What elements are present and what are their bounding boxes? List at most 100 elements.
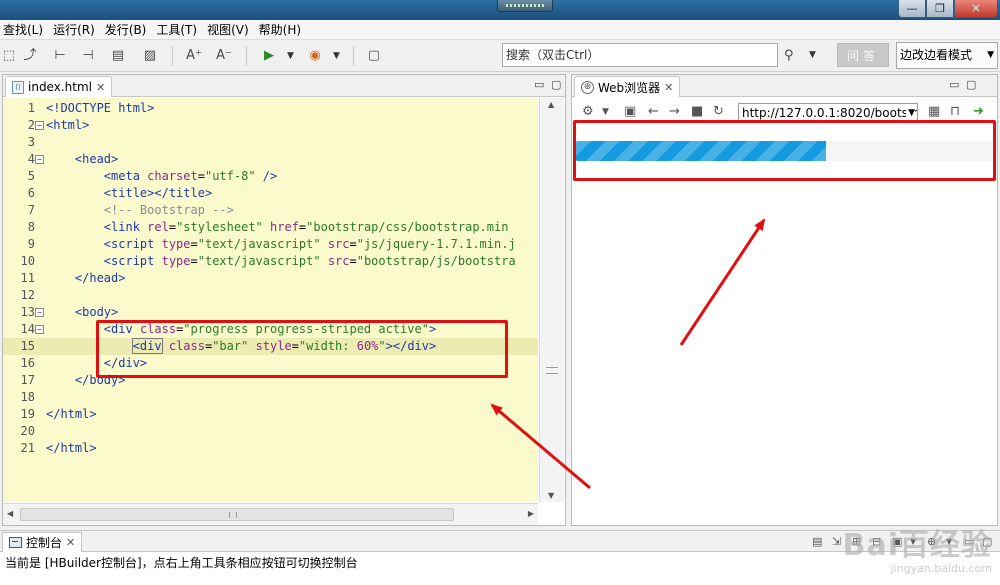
mode-select-label: 边改边看模式: [900, 48, 973, 62]
search-dropdown-icon[interactable]: ▼: [809, 50, 816, 60]
code-line[interactable]: 19 </html>: [3, 406, 538, 423]
code-line[interactable]: 21 </html>: [3, 440, 538, 457]
run-dropdown-icon[interactable]: ▼: [287, 48, 294, 64]
console-icon[interactable]: ▣: [624, 105, 636, 119]
fold-toggle-icon[interactable]: −: [35, 308, 44, 317]
search-icon[interactable]: ⚲: [784, 48, 794, 63]
gear-icon[interactable]: ⚙: [582, 105, 594, 119]
close-tab-icon[interactable]: ✕: [96, 81, 105, 94]
step-into-icon[interactable]: ⊢: [52, 48, 68, 64]
tab-index-html[interactable]: ⟨⟩ index.html ✕: [5, 76, 113, 97]
code-line[interactable]: 12: [3, 287, 538, 304]
maximize-panel-icon[interactable]: ▢: [966, 78, 976, 91]
code-line[interactable]: 6 <title></title>: [3, 185, 538, 202]
scroll-right-icon[interactable]: ▶: [528, 509, 534, 518]
search-input[interactable]: 搜索（双击Ctrl）: [502, 43, 778, 67]
maximize-panel-icon[interactable]: ▢: [551, 78, 561, 91]
font-increase-icon[interactable]: A⁺: [186, 48, 202, 64]
code-text: <link rel="stylesheet" href="bootstrap/c…: [103, 220, 509, 234]
format-icon[interactable]: ▨: [142, 48, 158, 64]
minimize-panel-icon[interactable]: ▭: [534, 78, 544, 91]
code-text: <body>: [74, 305, 119, 319]
menu-help[interactable]: 帮助(H): [256, 21, 308, 38]
tab-web-browser[interactable]: ⊕ Web浏览器 ✕: [574, 76, 681, 97]
code-line[interactable]: 11 </head>: [3, 270, 538, 287]
line-number: 14: [20, 322, 35, 336]
code-line[interactable]: 13− <body>: [3, 304, 538, 321]
code-line[interactable]: 1 <!DOCTYPE html>: [3, 100, 538, 117]
lock-icon[interactable]: ⊓: [950, 105, 960, 119]
scroll-left-icon[interactable]: ◀: [7, 509, 13, 518]
menu-find[interactable]: 查找(L): [0, 21, 50, 38]
code-text: <script type="text/javascript" src="boot…: [103, 254, 516, 268]
back-icon[interactable]: ←: [648, 105, 659, 119]
open-icon[interactable]: ⤴: [22, 48, 38, 64]
window-controls: — ❐ ✕: [898, 0, 998, 18]
step-out-icon[interactable]: ⊣: [80, 48, 96, 64]
menu-run[interactable]: 运行(R): [50, 21, 102, 38]
ask-button[interactable]: 问答: [837, 43, 889, 67]
stop-icon[interactable]: ■: [691, 105, 703, 119]
code-line[interactable]: 5 <meta charset="utf-8" />: [3, 168, 538, 185]
horizontal-scrollbar[interactable]: ◀ ▶: [3, 503, 538, 525]
scroll-thumb[interactable]: [20, 508, 454, 521]
line-number: 21: [20, 441, 35, 455]
mode-select[interactable]: 边改边看模式 ▼: [896, 42, 998, 69]
menu-view[interactable]: 视图(V): [204, 21, 256, 38]
minimize-panel-icon[interactable]: ▭: [949, 78, 959, 91]
window-title-bar: — ❐ ✕: [0, 0, 1000, 20]
code-editor[interactable]: 1 <!DOCTYPE html> 2− <html> 3 4− <head> 5 <met…: [3, 98, 538, 502]
close-button[interactable]: ✕: [954, 0, 998, 18]
fold-toggle-icon[interactable]: −: [35, 325, 44, 334]
browser-dropdown-icon[interactable]: ▼: [333, 48, 340, 64]
scroll-down-icon[interactable]: ▼: [548, 491, 554, 500]
code-line[interactable]: 2− <html>: [3, 117, 538, 134]
code-line[interactable]: 4− <head>: [3, 151, 538, 168]
clear-console-icon[interactable]: ▤: [812, 535, 822, 548]
comment-icon[interactable]: ▤: [110, 48, 126, 64]
browser-page-area: [572, 127, 997, 525]
run-icon[interactable]: ▶: [261, 48, 277, 64]
menu-tools[interactable]: 工具(T): [153, 21, 204, 38]
fold-toggle-icon[interactable]: −: [35, 121, 44, 130]
help-icon[interactable]: ▢: [366, 48, 382, 64]
menu-publish[interactable]: 发行(B): [102, 21, 154, 38]
qrcode-icon[interactable]: ▦: [928, 105, 940, 119]
line-number: 17: [20, 373, 35, 387]
code-line[interactable]: 8 <link rel="stylesheet" href="bootstrap…: [3, 219, 538, 236]
code-line[interactable]: 7 <!-- Bootstrap -->: [3, 202, 538, 219]
browser-tab-row: ⊕ Web浏览器 ✕ ▭ ▢: [572, 75, 997, 97]
scroll-lock-icon[interactable]: ⇲: [832, 535, 841, 548]
editor-tab-row: ⟨⟩ index.html ✕ ▭ ▢: [3, 75, 565, 97]
font-decrease-icon[interactable]: A⁻: [216, 48, 232, 64]
gear-dropdown-icon[interactable]: ▼: [602, 105, 609, 119]
scroll-up-icon[interactable]: ▲: [548, 100, 554, 109]
line-number: 12: [20, 288, 35, 302]
refresh-icon[interactable]: ↻: [713, 105, 724, 119]
line-number: 1: [27, 101, 35, 115]
code-line[interactable]: 20: [3, 423, 538, 440]
code-text: </html>: [46, 441, 97, 455]
forward-icon[interactable]: →: [669, 105, 680, 119]
code-line[interactable]: 3: [3, 134, 538, 151]
vertical-scrollbar[interactable]: ▲ ▼: [539, 98, 564, 502]
code-line[interactable]: 9 <script type="text/javascript" src="js…: [3, 236, 538, 253]
fold-toggle-icon[interactable]: −: [35, 155, 44, 164]
close-tab-icon[interactable]: ✕: [664, 81, 673, 94]
firefox-icon[interactable]: ◉: [307, 48, 323, 64]
code-line[interactable]: 10 <script type="text/javascript" src="b…: [3, 253, 538, 270]
minimize-button[interactable]: —: [898, 0, 926, 18]
tab-label: Web浏览器: [598, 80, 661, 95]
line-number: 7: [27, 203, 35, 217]
console-message: 当前是 [HBuilder控制台]，点右上角工具条相应按钮可切换控制台: [5, 556, 358, 570]
code-text: <script type="text/javascript" src="js/j…: [103, 237, 516, 251]
tab-console[interactable]: 控制台 ✕: [2, 532, 83, 552]
new-icon[interactable]: ⬚: [1, 48, 17, 64]
title-status-widget: [497, 0, 553, 12]
code-line[interactable]: 18: [3, 389, 538, 406]
close-tab-icon[interactable]: ✕: [66, 536, 75, 549]
code-text: </head>: [74, 271, 126, 285]
code-text: <head>: [74, 152, 119, 166]
go-arrow-icon[interactable]: ➜: [973, 105, 984, 119]
maximize-button[interactable]: ❐: [926, 0, 954, 18]
